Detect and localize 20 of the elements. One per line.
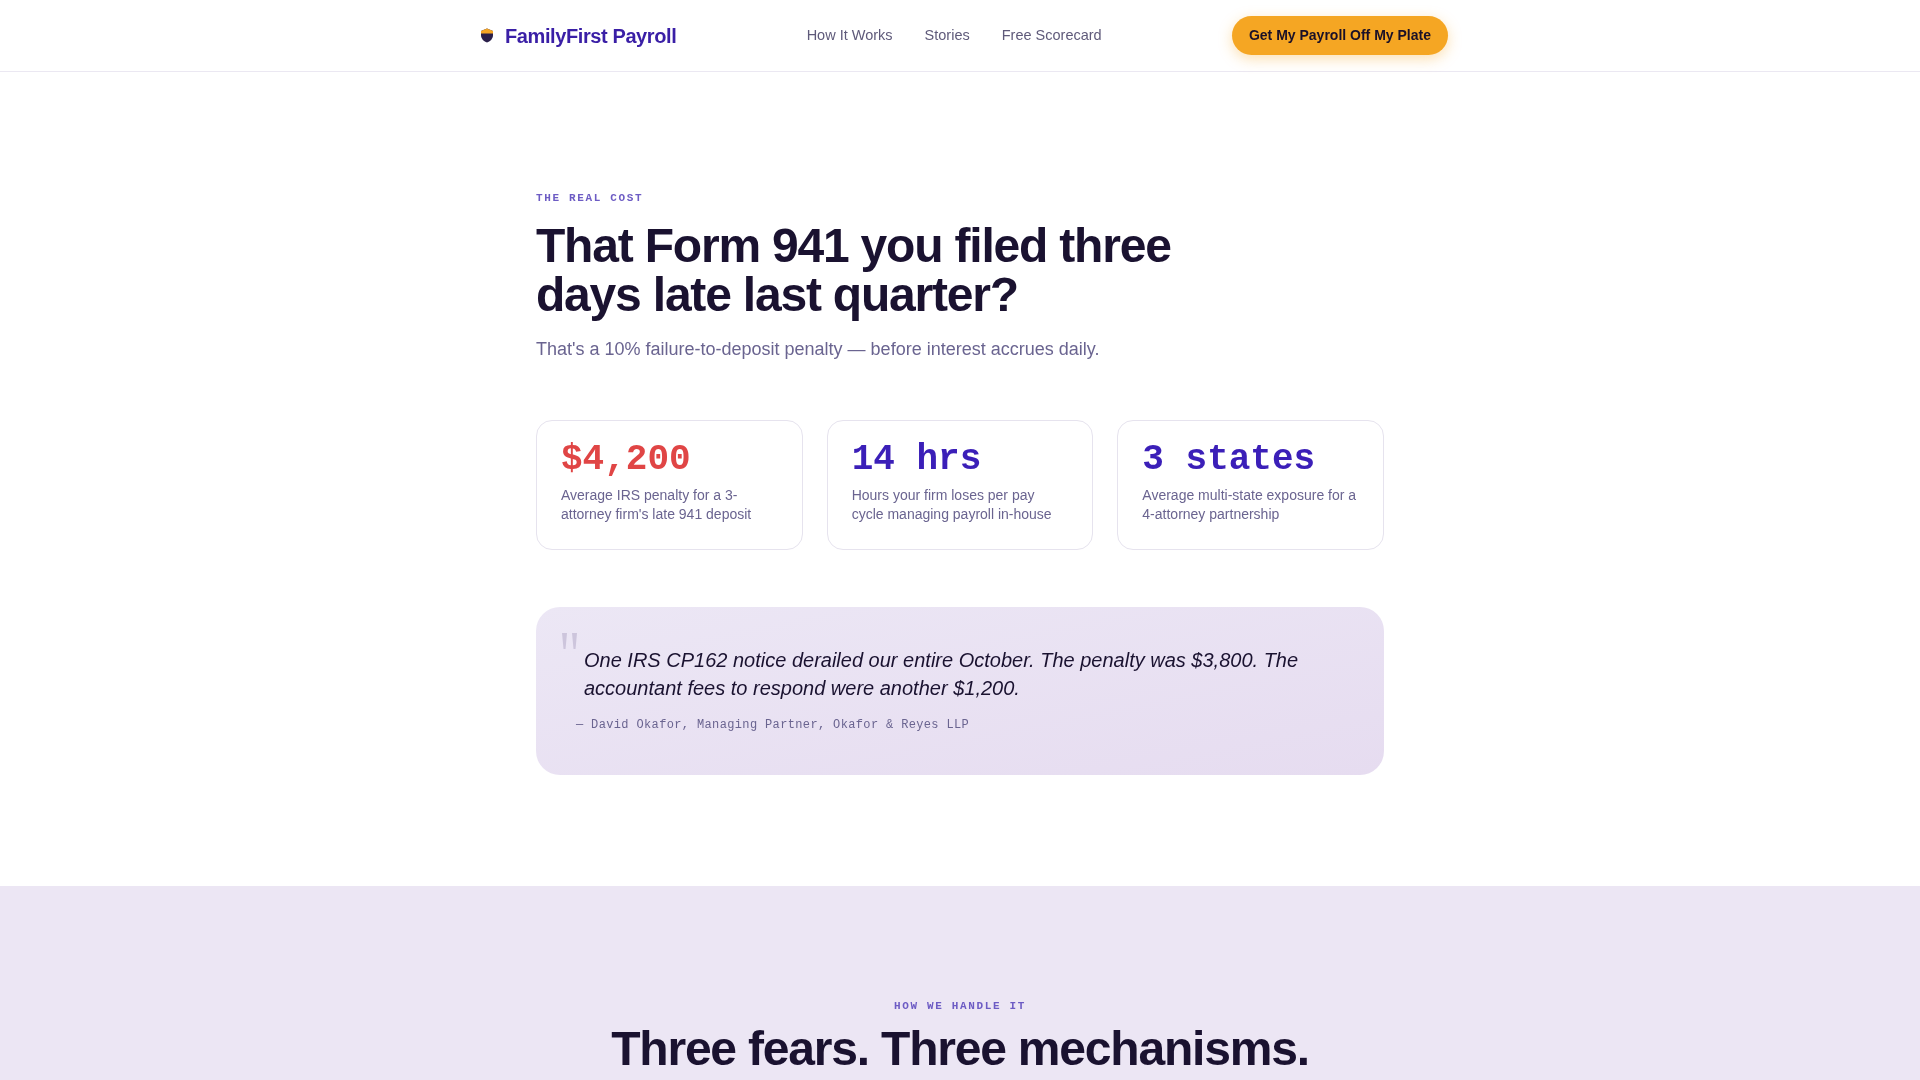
nav-link[interactable]: Stories (924, 24, 970, 47)
section-eyebrow: HOW WE HANDLE IT (893, 999, 1027, 1013)
testimonial-quote: One IRS CP162 notice derailed our entire October. The penalty was $3,800. The accountant fees to respond were another $1,200. (583, 648, 1300, 701)
stat-caption: Hours your firm loses per pay cycle managing payroll in-house (851, 486, 1053, 524)
section-heading: Three fears. Three mechanisms. (610, 1025, 1310, 1073)
section-eyebrow: THE REAL COST (536, 191, 645, 205)
testimonial-attribution: — David Okafor, Managing Partner, Okafor & Reyes LLP (576, 717, 971, 733)
stat-value: 3 states (1142, 440, 1316, 480)
quote-mark-icon (561, 633, 579, 649)
nav-link[interactable]: How It Works (806, 24, 893, 47)
stat-caption: Average multi-state exposure for a 4-attorney partnership (1142, 486, 1358, 524)
shield-logo-icon (480, 28, 494, 43)
nav-link[interactable]: Free Scorecard (1001, 24, 1102, 47)
stat-value: 14 hrs (851, 440, 982, 480)
hero-subtitle: That's a 10% failure-to-deposit penalty — before interest accrues daily. (536, 338, 1101, 361)
stat-caption: Average IRS penalty for a 3-attorney firm's late 941 deposit (561, 486, 753, 524)
cta-button[interactable]: Get My Payroll Off My Plate (1231, 16, 1448, 55)
brand-logo-link[interactable]: FamilyFirst Payroll (505, 20, 677, 51)
hero-heading: That Form 941 you filed three days late last quarter? (536, 221, 1172, 319)
stat-value: $4,200 (561, 440, 691, 480)
